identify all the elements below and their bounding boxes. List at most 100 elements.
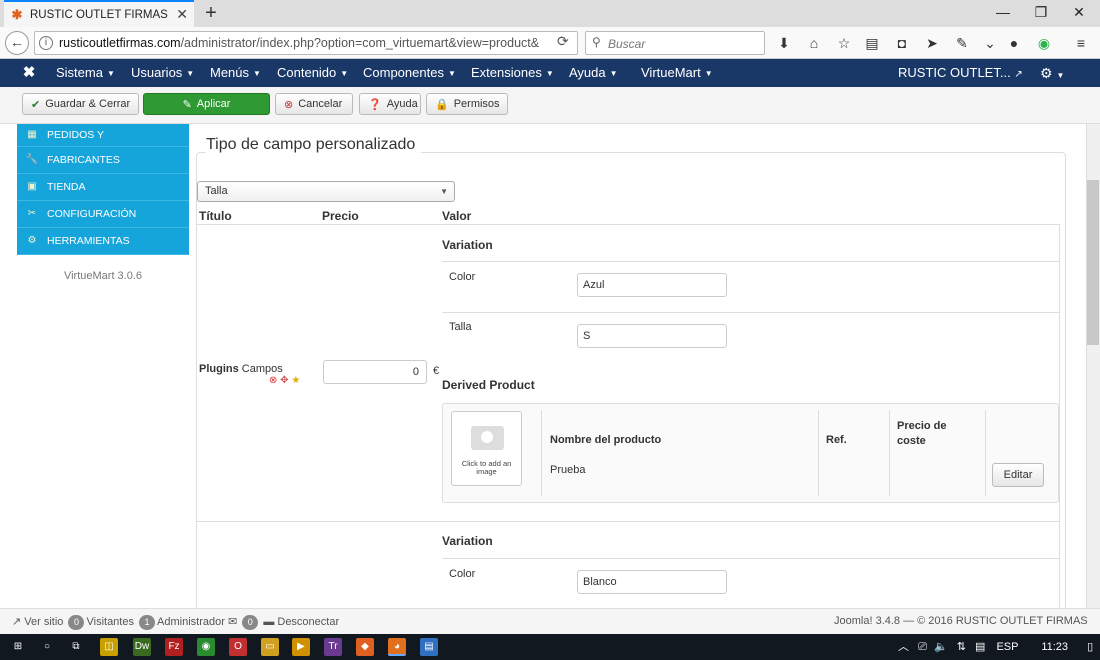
apply-button[interactable]: ✎ Aplicar [143,93,270,115]
url-domain: rusticoutletfirmas.com [59,36,181,50]
size-field-input[interactable]: S [577,324,727,348]
app-icon-orange[interactable]: ◆ [356,638,374,656]
app-icon-blue[interactable]: ▤ [420,638,438,656]
color-field-input[interactable]: Azul [577,273,727,297]
cortana-search-icon[interactable]: ○ [38,638,56,656]
new-tab-button[interactable]: + [200,2,222,24]
opera-icon[interactable]: O [229,638,247,656]
browser-tab[interactable]: ✱ RUSTIC OUTLET FIRMAS -... ✕ [4,0,194,27]
app-icon-1[interactable]: ◫ [100,638,118,656]
menu-contenido[interactable]: Contenido ▼ [277,59,348,87]
volume-icon[interactable]: 🔈 [934,641,948,653]
color-field-input[interactable]: Blanco [577,570,727,594]
menu-extensiones[interactable]: Extensiones ▼ [471,59,554,87]
chat-icon[interactable]: ● [1004,33,1024,53]
send-icon[interactable]: ➤ [922,33,942,53]
grammarly-icon[interactable]: ◉ [1034,33,1054,53]
view-site-link[interactable]: Ver sitio [24,616,63,628]
browser-tab-strip: ✱ RUSTIC OUTLET FIRMAS -... ✕ + — ❐ ✕ [0,0,1100,27]
field-type-select[interactable]: Talla ▼ [197,181,455,202]
network-icon[interactable]: ⎚ [918,641,927,653]
restore-button[interactable]: ❐ [1022,0,1060,26]
app-icon-tr[interactable]: Tr [324,638,342,656]
save-close-button[interactable]: ✔ Guardar & Cerrar [22,93,139,115]
tray-chevron-icon[interactable]: ︿ [898,641,909,653]
add-image-button[interactable]: Click to add an image [451,411,522,486]
language-indicator[interactable]: ESP [996,641,1018,653]
bookmark-star-icon[interactable]: ☆ [834,33,854,53]
row-actions: ⊗ ✥ ★ [269,375,300,386]
chrome-icon[interactable]: ◉ [197,638,215,656]
sidebar-item-label: FABRICANTES [47,154,120,166]
help-button[interactable]: ❓ Ayuda [359,93,421,115]
menu-label: Componentes [363,65,444,80]
divider [442,312,1059,313]
permissions-button[interactable]: 🔒 Permisos [426,93,508,115]
sidebar-item-pedidos[interactable]: ▦ PEDIDOS Y [17,124,189,147]
media-player-icon[interactable]: ▶ [292,638,310,656]
notification-icon[interactable]: ▤ [975,641,985,653]
hamburger-menu-icon[interactable]: ≡ [1071,33,1091,53]
joomla-admin-menu: ✖ Sistema ▼ Usuarios ▼ Menús ▼ Contenido ▼ C… [0,59,1100,87]
divider [442,261,1059,262]
reload-icon[interactable]: ⟳ [557,33,575,50]
sync-icon[interactable]: ⇅ [957,641,966,653]
extension-icon[interactable]: ✎ [952,33,972,53]
back-button[interactable]: ← [5,31,29,55]
remove-icon[interactable]: ⊗ [269,375,277,386]
menu-virtuemart[interactable]: VirtueMart ▼ [641,59,713,87]
button-label: Permisos [453,98,500,110]
home-icon[interactable]: ⌂ [804,33,824,53]
dropdown-arrow-icon: ▼ [440,187,448,196]
logout-link[interactable]: Desconectar [277,616,339,628]
custom-field-row: Variation Color Blanco [196,521,1060,608]
search-input[interactable]: ⚲ Buscar [585,31,765,55]
button-label: Ayuda [386,98,418,110]
sidebar-item-fabricantes[interactable]: 🔧 FABRICANTES [17,147,189,174]
settings-gear-icon[interactable]: ⚙ ▼ [1040,59,1064,87]
column-header-title: Título [199,209,232,223]
cancel-button[interactable]: ⊗ Cancelar [275,93,353,115]
joomla-logo-icon[interactable]: ✖ [20,64,38,82]
column-header-price: Precio [322,209,359,223]
info-icon[interactable]: i [39,36,53,50]
menu-label: Sistema [56,65,103,80]
close-window-button[interactable]: ✕ [1060,0,1098,26]
column-header-value: Valor [442,209,472,223]
divider [985,410,986,496]
download-icon[interactable]: ⬇ [774,33,794,53]
sidebar-item-herramientas[interactable]: ⚙ HERRAMIENTAS [17,228,189,255]
reading-list-icon[interactable]: ▤ [862,33,882,53]
action-toolbar: ✔ Guardar & Cerrar ✎ Aplicar ⊗ Cancelar ❓ Ay… [0,87,1100,124]
action-center-icon[interactable]: ▯ [1087,641,1093,653]
file-explorer-icon[interactable]: ▭ [261,638,279,656]
sidebar-item-tienda[interactable]: ▣ TIENDA [17,174,189,201]
plugin-label-text: Campos [241,363,283,375]
scrollbar-thumb[interactable] [1087,180,1099,345]
edit-button[interactable]: Editar [992,463,1044,487]
minimize-button[interactable]: — [984,0,1022,26]
pocket-icon[interactable]: ◘ [892,33,912,53]
dreamweaver-icon[interactable]: Dw [133,638,151,656]
fieldset-legend: Tipo de campo personalizado [206,136,422,154]
menu-ayuda[interactable]: Ayuda ▼ [569,59,618,87]
filezilla-icon[interactable]: Fz [165,638,183,656]
windows-start-icon[interactable]: ⊞ [9,638,27,656]
menu-usuarios[interactable]: Usuarios ▼ [131,59,194,87]
sidebar-item-configuracion[interactable]: ✂ CONFIGURACIÓN [17,201,189,228]
menu-menus[interactable]: Menús ▼ [210,59,261,87]
firefox-icon[interactable]: ◕ [388,638,406,656]
star-icon[interactable]: ★ [291,375,300,386]
drag-move-icon[interactable]: ✥ [280,375,288,386]
menu-componentes[interactable]: Componentes ▼ [363,59,456,87]
clock[interactable]: 11:23 [1041,641,1068,653]
site-link[interactable]: RUSTIC OUTLET... ↗ [898,59,1023,87]
url-bar[interactable]: i rusticoutletfirmas.com/administrator/i… [34,31,578,55]
orders-icon: ▦ [27,129,37,140]
menu-label: Menús [210,65,250,80]
price-input[interactable]: 0 [323,360,427,384]
task-view-icon[interactable]: ⧉ [67,638,85,656]
close-tab-icon[interactable]: ✕ [170,6,188,23]
copyright-text: Joomla! 3.4.8 — © 2016 RUSTIC OUTLET FIR… [834,615,1088,627]
menu-sistema[interactable]: Sistema ▼ [56,59,115,87]
